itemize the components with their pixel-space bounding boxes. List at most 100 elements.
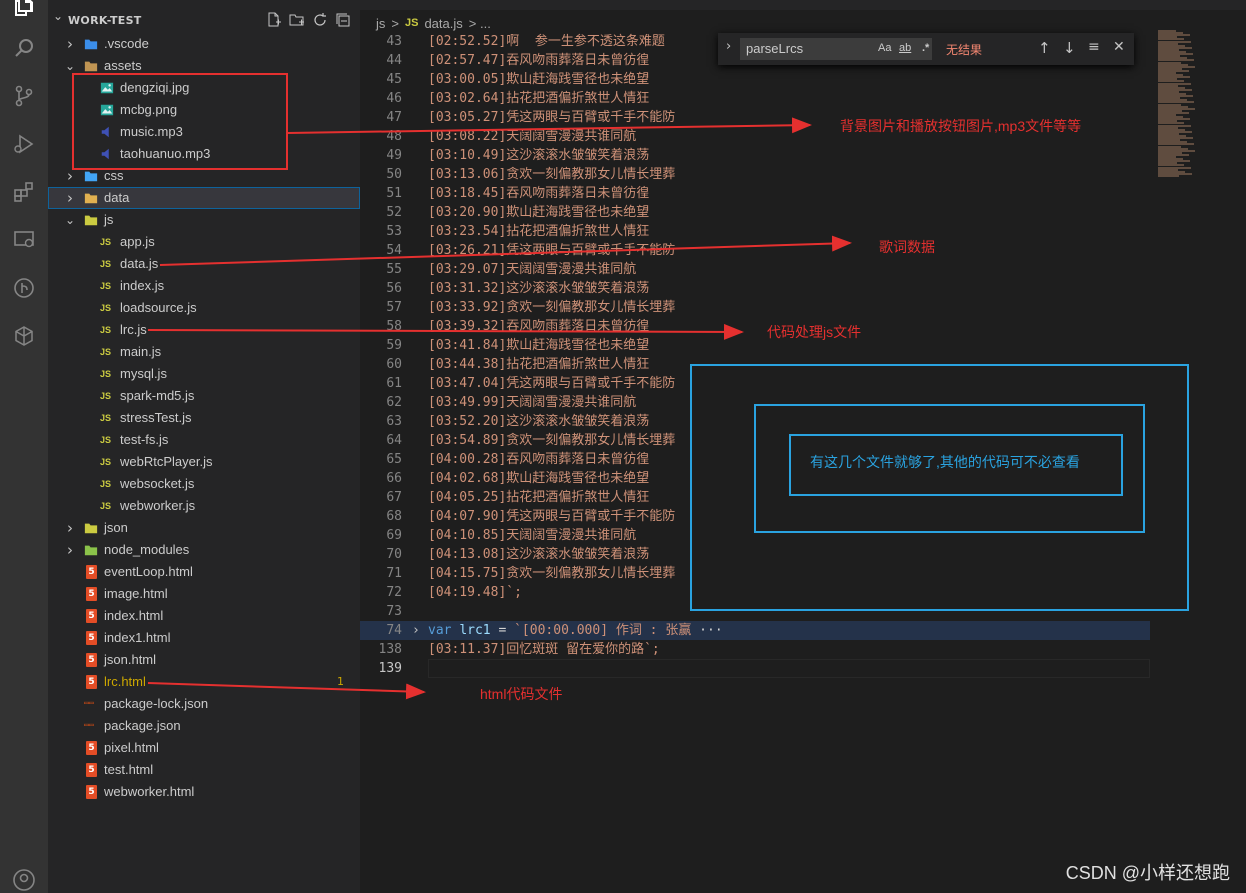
explorer-icon[interactable] bbox=[12, 0, 36, 18]
file-row[interactable]: JS data.js bbox=[48, 253, 360, 275]
file-row[interactable]: JS lrc.js bbox=[48, 319, 360, 341]
code-text: [04:19.48]`; bbox=[428, 585, 522, 600]
code-text: [04:15.75]贪欢一刻偏教那女儿情长埋葬 bbox=[428, 566, 676, 581]
line-number: 67 bbox=[386, 490, 402, 505]
assets-folder-icon bbox=[84, 59, 98, 73]
line-number: 49 bbox=[386, 148, 402, 163]
cube-icon[interactable] bbox=[12, 324, 36, 348]
code-text: [04:02.68]欺山赶海践雪径也未绝望 bbox=[428, 471, 650, 486]
line-number: 55 bbox=[386, 262, 402, 277]
find-in-selection-icon[interactable]: ≡ bbox=[1088, 39, 1100, 55]
file-row[interactable]: JS websocket.js bbox=[48, 473, 360, 495]
explorer-header: ⌄ WORK-TEST bbox=[48, 9, 360, 32]
tree-item-label: test-fs.js bbox=[120, 432, 169, 447]
tree-item-label: mysql.js bbox=[120, 366, 167, 381]
code-text: [02:57.47]吞风吻雨葬落日未曾彷徨 bbox=[428, 53, 650, 68]
account-icon[interactable] bbox=[12, 868, 36, 892]
file-row[interactable]: 5 pixel.html bbox=[48, 737, 360, 759]
file-row[interactable]: 5 index.html bbox=[48, 605, 360, 627]
code-text: [03:39.32]吞风吻雨葬落日未曾彷徨 bbox=[428, 319, 650, 334]
regex-toggle[interactable]: .* bbox=[922, 42, 929, 54]
file-row[interactable]: 5 eventLoop.html bbox=[48, 561, 360, 583]
blue-annotation-text: 有这几个文件就够了,其他的代码可不必查看 bbox=[810, 454, 1080, 470]
code-text: [03:29.07]天阔阔雪漫漫共谁同航 bbox=[428, 262, 637, 277]
folder-row[interactable]: › data bbox=[48, 187, 360, 209]
line-number: 57 bbox=[386, 300, 402, 315]
refresh-icon[interactable] bbox=[312, 12, 329, 29]
file-row[interactable]: 5 test.html bbox=[48, 759, 360, 781]
code-text: [03:10.49]这沙滚滚水皱皱笑着浪荡 bbox=[428, 148, 650, 163]
workspace-title[interactable]: WORK-TEST bbox=[68, 14, 142, 27]
remote-explorer-icon[interactable] bbox=[12, 228, 36, 252]
run-debug-icon[interactable] bbox=[12, 132, 36, 156]
code-text: [03:33.92]贪欢一刻偏教那女儿情长埋葬 bbox=[428, 300, 676, 315]
breadcrumb-folder[interactable]: js bbox=[376, 16, 385, 31]
collapse-all-icon[interactable] bbox=[335, 12, 352, 29]
chevron-right-icon[interactable]: › bbox=[64, 33, 76, 55]
code-line: 51 [03:18.45]吞风吻雨葬落日未曾彷徨 bbox=[360, 184, 1150, 203]
file-row[interactable]: 5 json.html bbox=[48, 649, 360, 671]
chevron-down-icon[interactable]: ⌄ bbox=[64, 209, 76, 231]
file-row[interactable]: ▭▭ package.json bbox=[48, 715, 360, 737]
vertical-scrollbar[interactable] bbox=[1232, 0, 1246, 893]
file-row[interactable]: 5 image.html bbox=[48, 583, 360, 605]
html-file-icon: 5 bbox=[86, 763, 97, 777]
file-row[interactable]: JS loadsource.js bbox=[48, 297, 360, 319]
whole-word-toggle[interactable]: ab bbox=[899, 42, 911, 54]
folder-row[interactable]: ⌄ js bbox=[48, 209, 360, 231]
code-token: = bbox=[490, 623, 515, 638]
match-case-toggle[interactable]: Aa bbox=[878, 42, 891, 54]
previous-match-icon[interactable]: ↑ bbox=[1038, 39, 1051, 57]
tree-item-label: package-lock.json bbox=[104, 696, 209, 711]
file-row[interactable]: JS test-fs.js bbox=[48, 429, 360, 451]
folder-row[interactable]: › json bbox=[48, 517, 360, 539]
file-row[interactable]: JS webRtcPlayer.js bbox=[48, 451, 360, 473]
js-file-icon: JS bbox=[100, 303, 112, 313]
code-text: [03:08.22]天阔阔雪漫漫共谁同航 bbox=[428, 129, 637, 144]
file-row[interactable]: JS webworker.js bbox=[48, 495, 360, 517]
file-row[interactable]: JS index.js bbox=[48, 275, 360, 297]
minimap[interactable] bbox=[1158, 30, 1200, 180]
file-row[interactable]: JS mysql.js bbox=[48, 363, 360, 385]
line-number: 47 bbox=[386, 110, 402, 125]
file-row[interactable]: 5 lrc.html 1 bbox=[48, 671, 360, 693]
search-icon[interactable] bbox=[12, 36, 36, 60]
code-line: 139 bbox=[360, 659, 1150, 678]
new-folder-icon[interactable] bbox=[289, 12, 306, 29]
close-icon[interactable]: ✕ bbox=[1113, 39, 1125, 55]
chevron-right-icon[interactable]: › bbox=[64, 187, 76, 209]
chevron-right-icon[interactable]: › bbox=[64, 539, 76, 561]
new-file-icon[interactable] bbox=[266, 12, 283, 29]
breadcrumb-tail[interactable]: > ... bbox=[469, 16, 491, 31]
code-line: 56 [03:31.32]这沙滚滚水皱皱笑着浪荡 bbox=[360, 279, 1150, 298]
tree-item-label: test.html bbox=[104, 762, 154, 777]
file-row[interactable]: JS spark-md5.js bbox=[48, 385, 360, 407]
source-control-icon[interactable] bbox=[12, 84, 36, 108]
chevron-right-icon[interactable]: › bbox=[64, 517, 76, 539]
chevron-down-icon[interactable]: ⌄ bbox=[52, 9, 64, 31]
toggle-replace-icon[interactable]: › bbox=[726, 39, 731, 54]
extensions-icon[interactable] bbox=[12, 180, 36, 204]
line-number: 46 bbox=[386, 91, 402, 106]
line-number: 59 bbox=[386, 338, 402, 353]
git-graph-icon[interactable] bbox=[12, 276, 36, 300]
file-row[interactable]: 5 webworker.html bbox=[48, 781, 360, 803]
file-row[interactable]: ▭▭ package-lock.json bbox=[48, 693, 360, 715]
folder-row[interactable]: › .vscode bbox=[48, 33, 360, 55]
file-row[interactable]: JS main.js bbox=[48, 341, 360, 363]
code-line: 57 [03:33.92]贪欢一刻偏教那女儿情长埋葬 bbox=[360, 298, 1150, 317]
problem-count-badge: 1 bbox=[337, 675, 344, 688]
file-row[interactable]: JS stressTest.js bbox=[48, 407, 360, 429]
file-row[interactable]: JS app.js bbox=[48, 231, 360, 253]
tree-item-label: lrc.js bbox=[120, 322, 147, 337]
find-widget: › parseLrcs Aa ab .* 无结果 ↑ ↓ ≡ ✕ bbox=[718, 33, 1134, 65]
next-match-icon[interactable]: ↓ bbox=[1063, 39, 1076, 57]
css-folder-icon bbox=[84, 169, 98, 183]
fold-chevron-icon[interactable]: › bbox=[412, 621, 420, 640]
breadcrumb-separator: > bbox=[391, 15, 399, 31]
file-row[interactable]: 5 index1.html bbox=[48, 627, 360, 649]
vscode-folder-icon bbox=[84, 37, 98, 51]
folder-row[interactable]: › node_modules bbox=[48, 539, 360, 561]
breadcrumb-file[interactable]: data.js bbox=[424, 16, 462, 31]
minimap-line bbox=[1158, 174, 1179, 177]
